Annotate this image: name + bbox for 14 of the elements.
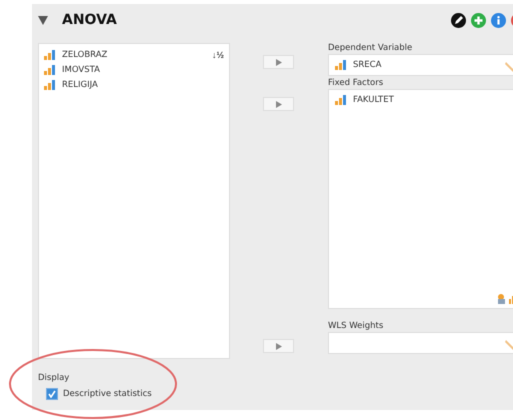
sort-button[interactable]: ↓½ — [212, 49, 224, 61]
field-label: WLS Weights — [328, 321, 384, 332]
variable-item[interactable]: FAKULTET — [335, 94, 394, 106]
variable-item[interactable]: RELIGIJA — [44, 79, 108, 91]
checkbox-label: Descriptive statistics — [63, 389, 152, 399]
variable-item[interactable]: ZELOBRAZ — [44, 49, 108, 61]
analysis-title: ANOVA — [62, 12, 117, 28]
field-label: Dependent Variable — [328, 43, 414, 54]
dependent-variable-field[interactable]: SRECA — [328, 54, 513, 76]
variable-item[interactable]: SRECA — [335, 59, 382, 71]
field-label: Fixed Factors — [328, 78, 384, 89]
fixed-factors-field[interactable]: FAKULTET — [328, 89, 513, 309]
section-label: Display — [38, 373, 70, 384]
variable-item[interactable]: IMOVSTA — [44, 64, 108, 76]
